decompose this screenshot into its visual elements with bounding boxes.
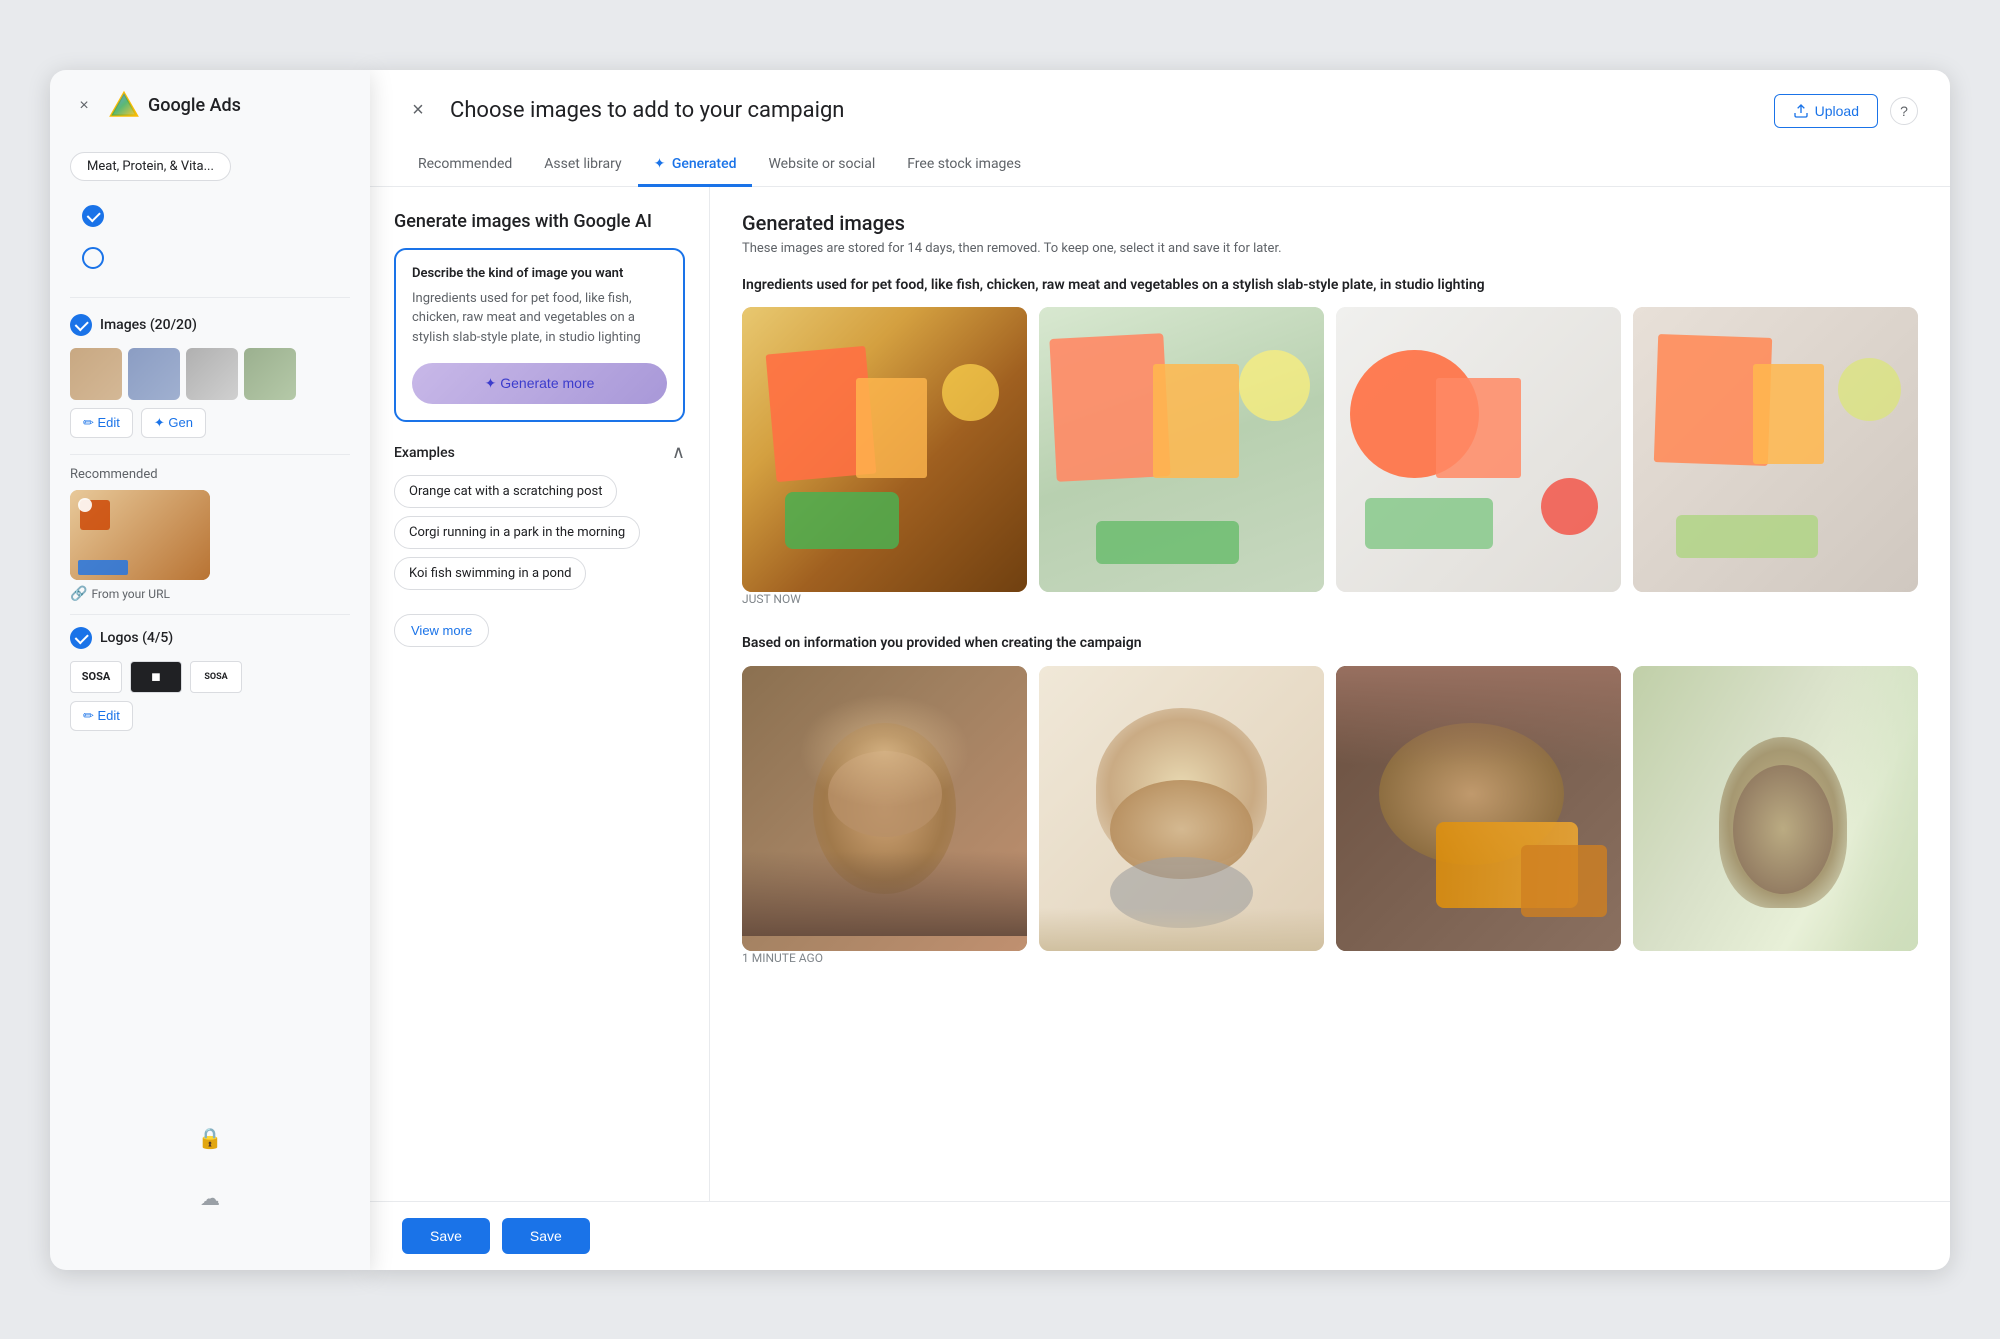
- logos-section: Logos (4/5) SOSA ◼ SOSA ✏ Edit: [70, 614, 350, 743]
- prompt-label: Describe the kind of image you want: [412, 266, 667, 281]
- save-button-2[interactable]: Save: [502, 1218, 590, 1254]
- sidebar-content: Meat, Protein, & Vita... Images (20/20): [50, 142, 370, 753]
- image-thumb-1[interactable]: [70, 348, 122, 400]
- generate-more-label: ✦ Generate more: [485, 375, 595, 392]
- example-chip-2[interactable]: Corgi running in a park in the morning: [394, 516, 640, 549]
- upload-button[interactable]: Upload: [1774, 94, 1878, 128]
- save-button-1[interactable]: Save: [402, 1218, 490, 1254]
- modal-footer: Save Save: [370, 1201, 1950, 1270]
- generate-title: Generate images with Google AI: [394, 211, 685, 232]
- prompt-box: Describe the kind of image you want Ingr…: [394, 248, 685, 423]
- images-section: Images (20/20) ✏ Edit ✦ Gen: [70, 297, 350, 454]
- sidebar: × Google Ads Meat, Protein,: [50, 70, 370, 1270]
- from-url-label: 🔗 From your URL: [70, 586, 350, 602]
- example-chip-1[interactable]: Orange cat with a scratching post: [394, 475, 617, 508]
- google-ads-triangle-icon: [108, 90, 140, 122]
- generated-cat-image-1[interactable]: [742, 666, 1027, 951]
- examples-toggle-button[interactable]: ∧: [672, 442, 685, 463]
- edit-logos-button[interactable]: ✏ Edit: [70, 701, 133, 731]
- generated-image-4[interactable]: [1633, 307, 1918, 592]
- right-panel: Generated images These images are stored…: [710, 187, 1950, 1201]
- tab-star-icon: ✦: [654, 156, 669, 172]
- generated-image-3[interactable]: [1336, 307, 1621, 592]
- generated-images-title: Generated images: [742, 211, 1918, 235]
- sidebar-nav-item-1[interactable]: [70, 197, 350, 235]
- modal-body: Generate images with Google AI Describe …: [370, 187, 1950, 1201]
- generated-cat-image-3[interactable]: [1336, 666, 1621, 951]
- image-grid-1: [742, 307, 1918, 592]
- sidebar-header: × Google Ads: [50, 90, 370, 142]
- generated-image-1[interactable]: [742, 307, 1027, 592]
- generated-cat-image-2[interactable]: [1039, 666, 1324, 951]
- images-section-title: Images (20/20): [70, 314, 350, 336]
- sidebar-nav-item-2[interactable]: [70, 239, 350, 277]
- image-thumb-4[interactable]: [244, 348, 296, 400]
- generated-subtitle: These images are stored for 14 days, the…: [742, 241, 1918, 256]
- gen-images-button[interactable]: ✦ Gen: [141, 408, 206, 438]
- sidebar-close-button[interactable]: ×: [70, 92, 98, 120]
- tab-recommended[interactable]: Recommended: [402, 144, 528, 187]
- tag-chip[interactable]: Meat, Protein, & Vita...: [70, 152, 231, 181]
- logo-sosa-text[interactable]: SOSA: [70, 661, 122, 693]
- recommended-label: Recommended: [70, 467, 350, 482]
- modal-close-button[interactable]: ×: [402, 95, 434, 127]
- timestamp-1: JUST NOW: [742, 592, 1918, 606]
- image-grid-2: [742, 666, 1918, 951]
- google-ads-logo-text: Google Ads: [148, 95, 241, 116]
- modal-right-actions: Upload ?: [1774, 94, 1918, 128]
- help-button[interactable]: ?: [1890, 97, 1918, 125]
- image-group-2: Based on information you provided when c…: [742, 634, 1918, 965]
- view-more-button[interactable]: View more: [394, 614, 489, 647]
- image-group-1-title: Ingredients used for pet food, like fish…: [742, 276, 1918, 296]
- example-chips: Orange cat with a scratching post Corgi …: [394, 475, 685, 598]
- google-ads-logo: Google Ads: [108, 90, 241, 122]
- image-thumb-2[interactable]: [128, 348, 180, 400]
- prompt-text: Ingredients used for pet food, like fish…: [412, 289, 667, 348]
- cloud-icon: ☁: [200, 1186, 220, 1210]
- logos-section-title: Logos (4/5): [70, 627, 350, 649]
- generate-more-button[interactable]: ✦ Generate more: [412, 363, 667, 404]
- generated-cat-image-4[interactable]: [1633, 666, 1918, 951]
- generated-image-2[interactable]: [1039, 307, 1324, 592]
- sidebar-nav: [70, 197, 350, 277]
- tab-website-social[interactable]: Website or social: [752, 144, 891, 187]
- modal-header: × Choose images to add to your campaign …: [370, 70, 1950, 128]
- nav-check-icon-2: [82, 247, 104, 269]
- timestamp-2: 1 MINUTE AGO: [742, 951, 1918, 965]
- image-group-2-title: Based on information you provided when c…: [742, 634, 1918, 654]
- tab-free-stock[interactable]: Free stock images: [891, 144, 1037, 187]
- image-action-buttons: ✏ Edit ✦ Gen: [70, 408, 350, 438]
- images-grid: [70, 348, 350, 400]
- recommended-image[interactable]: [70, 490, 210, 580]
- image-group-1: Ingredients used for pet food, like fish…: [742, 276, 1918, 607]
- image-thumb-3[interactable]: [186, 348, 238, 400]
- logos-check-icon: [70, 627, 92, 649]
- example-chip-3[interactable]: Koi fish swimming in a pond: [394, 557, 586, 590]
- upload-icon: [1793, 103, 1809, 119]
- edit-images-button[interactable]: ✏ Edit: [70, 408, 133, 438]
- lock-icon: 🔒: [198, 1126, 223, 1150]
- images-check-icon: [70, 314, 92, 336]
- logos-row: SOSA ◼ SOSA: [70, 661, 350, 693]
- tab-generated[interactable]: ✦ Generated: [638, 144, 753, 187]
- left-panel: Generate images with Google AI Describe …: [370, 187, 710, 1201]
- logo-sosa-small[interactable]: SOSA: [190, 661, 242, 693]
- logo-sosa-dark[interactable]: ◼: [130, 661, 182, 693]
- examples-title: Examples: [394, 445, 455, 461]
- examples-header: Examples ∧: [394, 442, 685, 463]
- modal: × Choose images to add to your campaign …: [370, 70, 1950, 1270]
- tabs: Recommended Asset library ✦ Generated We…: [370, 144, 1950, 187]
- nav-check-icon-1: [82, 205, 104, 227]
- recommended-section: Recommended 🔗 From your URL: [70, 454, 350, 614]
- modal-title-row: × Choose images to add to your campaign: [402, 95, 844, 127]
- examples-section: Examples ∧ Orange cat with a scratching …: [394, 442, 685, 647]
- modal-title: Choose images to add to your campaign: [450, 98, 844, 123]
- tab-asset-library[interactable]: Asset library: [528, 144, 637, 187]
